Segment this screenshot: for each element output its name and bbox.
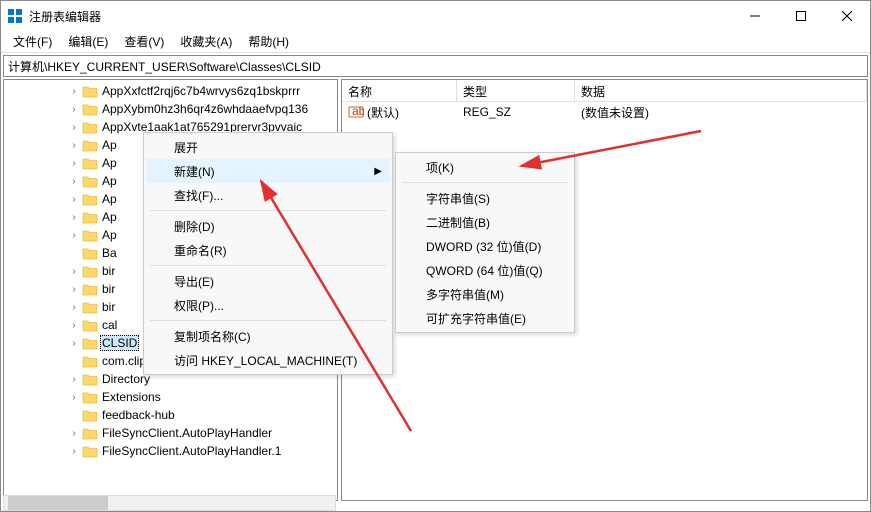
expander-icon[interactable]: › bbox=[68, 392, 80, 403]
tree-item[interactable]: › FileSyncClient.AutoPlayHandler.1 bbox=[4, 442, 337, 460]
ctx-new-key[interactable]: 项(K) bbox=[398, 155, 572, 179]
close-button[interactable] bbox=[824, 1, 870, 31]
ctx-rename[interactable]: 重命名(R) bbox=[146, 238, 390, 262]
tree-item-label: AppXybm0hz3h6qr4z6whdaaefvpq136 bbox=[100, 102, 310, 116]
expander-icon[interactable]: › bbox=[68, 266, 80, 277]
title-bar[interactable]: 注册表编辑器 bbox=[1, 1, 870, 31]
expander-icon[interactable]: › bbox=[68, 194, 80, 205]
new-submenu: 项(K) 字符串值(S) 二进制值(B) DWORD (32 位)值(D) QW… bbox=[395, 152, 575, 333]
separator bbox=[150, 265, 386, 266]
tree-item[interactable]: › AppXybm0hz3h6qr4z6whdaaefvpq136 bbox=[4, 100, 337, 118]
window-title: 注册表编辑器 bbox=[29, 8, 732, 25]
address-text: 计算机\HKEY_CURRENT_USER\Software\Classes\C… bbox=[8, 58, 321, 75]
expander-icon[interactable]: › bbox=[68, 122, 80, 133]
tree-item[interactable]: › FileSyncClient.AutoPlayHandler bbox=[4, 424, 337, 442]
menu-help[interactable]: 帮助(H) bbox=[240, 31, 297, 52]
ctx-visit-hklm[interactable]: 访问 HKEY_LOCAL_MACHINE(T) bbox=[146, 348, 390, 372]
ctx-permissions[interactable]: 权限(P)... bbox=[146, 293, 390, 317]
scrollbar-thumb[interactable] bbox=[8, 496, 108, 510]
context-menu: 展开 新建(N)▶ 查找(F)... 删除(D) 重命名(R) 导出(E) 权限… bbox=[143, 132, 393, 375]
expander-icon[interactable]: › bbox=[68, 374, 80, 385]
tree-item-label: CLSID bbox=[100, 335, 139, 351]
tree-item-label: bir bbox=[100, 282, 117, 296]
ctx-new-expandstring[interactable]: 可扩充字符串值(E) bbox=[398, 306, 572, 330]
expander-icon[interactable]: › bbox=[68, 140, 80, 151]
separator bbox=[402, 182, 568, 183]
tree-item-label: AppXxfctf2rqj6c7b4wrvys6zq1bskprrr bbox=[100, 84, 302, 98]
ctx-new-qword[interactable]: QWORD (64 位)值(Q) bbox=[398, 258, 572, 282]
ctx-expand[interactable]: 展开 bbox=[146, 135, 390, 159]
menu-file[interactable]: 文件(F) bbox=[5, 31, 60, 52]
expander-icon[interactable]: › bbox=[68, 212, 80, 223]
expander-icon[interactable]: › bbox=[68, 158, 80, 169]
ctx-find[interactable]: 查找(F)... bbox=[146, 183, 390, 207]
tree-item-label: Ap bbox=[100, 156, 119, 170]
maximize-icon bbox=[796, 11, 806, 21]
ctx-new-binary[interactable]: 二进制值(B) bbox=[398, 210, 572, 234]
tree-item[interactable]: › AppXxfctf2rqj6c7b4wrvys6zq1bskprrr bbox=[4, 82, 337, 100]
tree-item-label: Ba bbox=[100, 246, 119, 260]
tree-hscrollbar[interactable] bbox=[3, 495, 336, 511]
tree-item-label: bir bbox=[100, 300, 117, 314]
ctx-export[interactable]: 导出(E) bbox=[146, 269, 390, 293]
tree-item-label: bir bbox=[100, 264, 117, 278]
separator bbox=[150, 210, 386, 211]
values-header: 名称 类型 数据 bbox=[342, 80, 867, 102]
col-data[interactable]: 数据 bbox=[575, 80, 867, 101]
col-type[interactable]: 类型 bbox=[457, 80, 575, 101]
tree-item-label: Ap bbox=[100, 210, 119, 224]
expander-icon[interactable]: › bbox=[68, 230, 80, 241]
expander-icon[interactable]: › bbox=[68, 320, 80, 331]
app-icon bbox=[7, 8, 23, 24]
ctx-copy-key-name[interactable]: 复制项名称(C) bbox=[146, 324, 390, 348]
value-data: (数值未设置) bbox=[581, 104, 649, 121]
minimize-button[interactable] bbox=[732, 1, 778, 31]
string-value-icon: ab bbox=[348, 105, 364, 119]
tree-item-label: Ap bbox=[100, 174, 119, 188]
ctx-delete[interactable]: 删除(D) bbox=[146, 214, 390, 238]
expander-icon[interactable]: › bbox=[68, 338, 80, 349]
expander-icon[interactable]: › bbox=[68, 428, 80, 439]
expander-icon[interactable]: › bbox=[68, 176, 80, 187]
menu-favorites[interactable]: 收藏夹(A) bbox=[172, 31, 240, 52]
tree-item-label: Extensions bbox=[100, 390, 163, 404]
tree-item-label: FileSyncClient.AutoPlayHandler bbox=[100, 426, 274, 440]
ctx-new-dword[interactable]: DWORD (32 位)值(D) bbox=[398, 234, 572, 258]
close-icon bbox=[842, 11, 852, 21]
tree-item-label: Ap bbox=[100, 192, 119, 206]
expander-icon[interactable]: › bbox=[68, 284, 80, 295]
tree-item[interactable]: feedback-hub bbox=[4, 406, 337, 424]
tree-item-label: FileSyncClient.AutoPlayHandler.1 bbox=[100, 444, 283, 458]
ctx-new-multistring[interactable]: 多字符串值(M) bbox=[398, 282, 572, 306]
maximize-button[interactable] bbox=[778, 1, 824, 31]
tree-item[interactable]: › Extensions bbox=[4, 388, 337, 406]
expander-icon[interactable]: › bbox=[68, 302, 80, 313]
expander-icon[interactable]: › bbox=[68, 104, 80, 115]
expander-icon[interactable]: › bbox=[68, 86, 80, 97]
tree-item-label: Ap bbox=[100, 138, 119, 152]
menu-edit[interactable]: 编辑(E) bbox=[60, 31, 116, 52]
menu-view[interactable]: 查看(V) bbox=[116, 31, 172, 52]
ctx-new-string[interactable]: 字符串值(S) bbox=[398, 186, 572, 210]
value-name: (默认) bbox=[367, 104, 399, 121]
ctx-new[interactable]: 新建(N)▶ bbox=[146, 159, 390, 183]
value-type: REG_SZ bbox=[463, 105, 511, 119]
tree-item-label: feedback-hub bbox=[100, 408, 177, 422]
separator bbox=[150, 320, 386, 321]
registry-editor-window: 注册表编辑器 文件(F) 编辑(E) 查看(V) 收藏夹(A) 帮助(H) 计算… bbox=[0, 0, 871, 512]
tree-item-label: cal bbox=[100, 318, 119, 332]
minimize-icon bbox=[750, 11, 760, 21]
address-bar[interactable]: 计算机\HKEY_CURRENT_USER\Software\Classes\C… bbox=[3, 55, 868, 77]
col-name[interactable]: 名称 bbox=[342, 80, 457, 101]
svg-text:ab: ab bbox=[352, 105, 364, 118]
submenu-arrow-icon: ▶ bbox=[374, 166, 382, 177]
value-row[interactable]: ab (默认) REG_SZ (数值未设置) bbox=[342, 102, 867, 122]
expander-icon[interactable]: › bbox=[68, 446, 80, 457]
tree-item-label: Ap bbox=[100, 228, 119, 242]
menu-bar: 文件(F) 编辑(E) 查看(V) 收藏夹(A) 帮助(H) bbox=[1, 31, 870, 53]
